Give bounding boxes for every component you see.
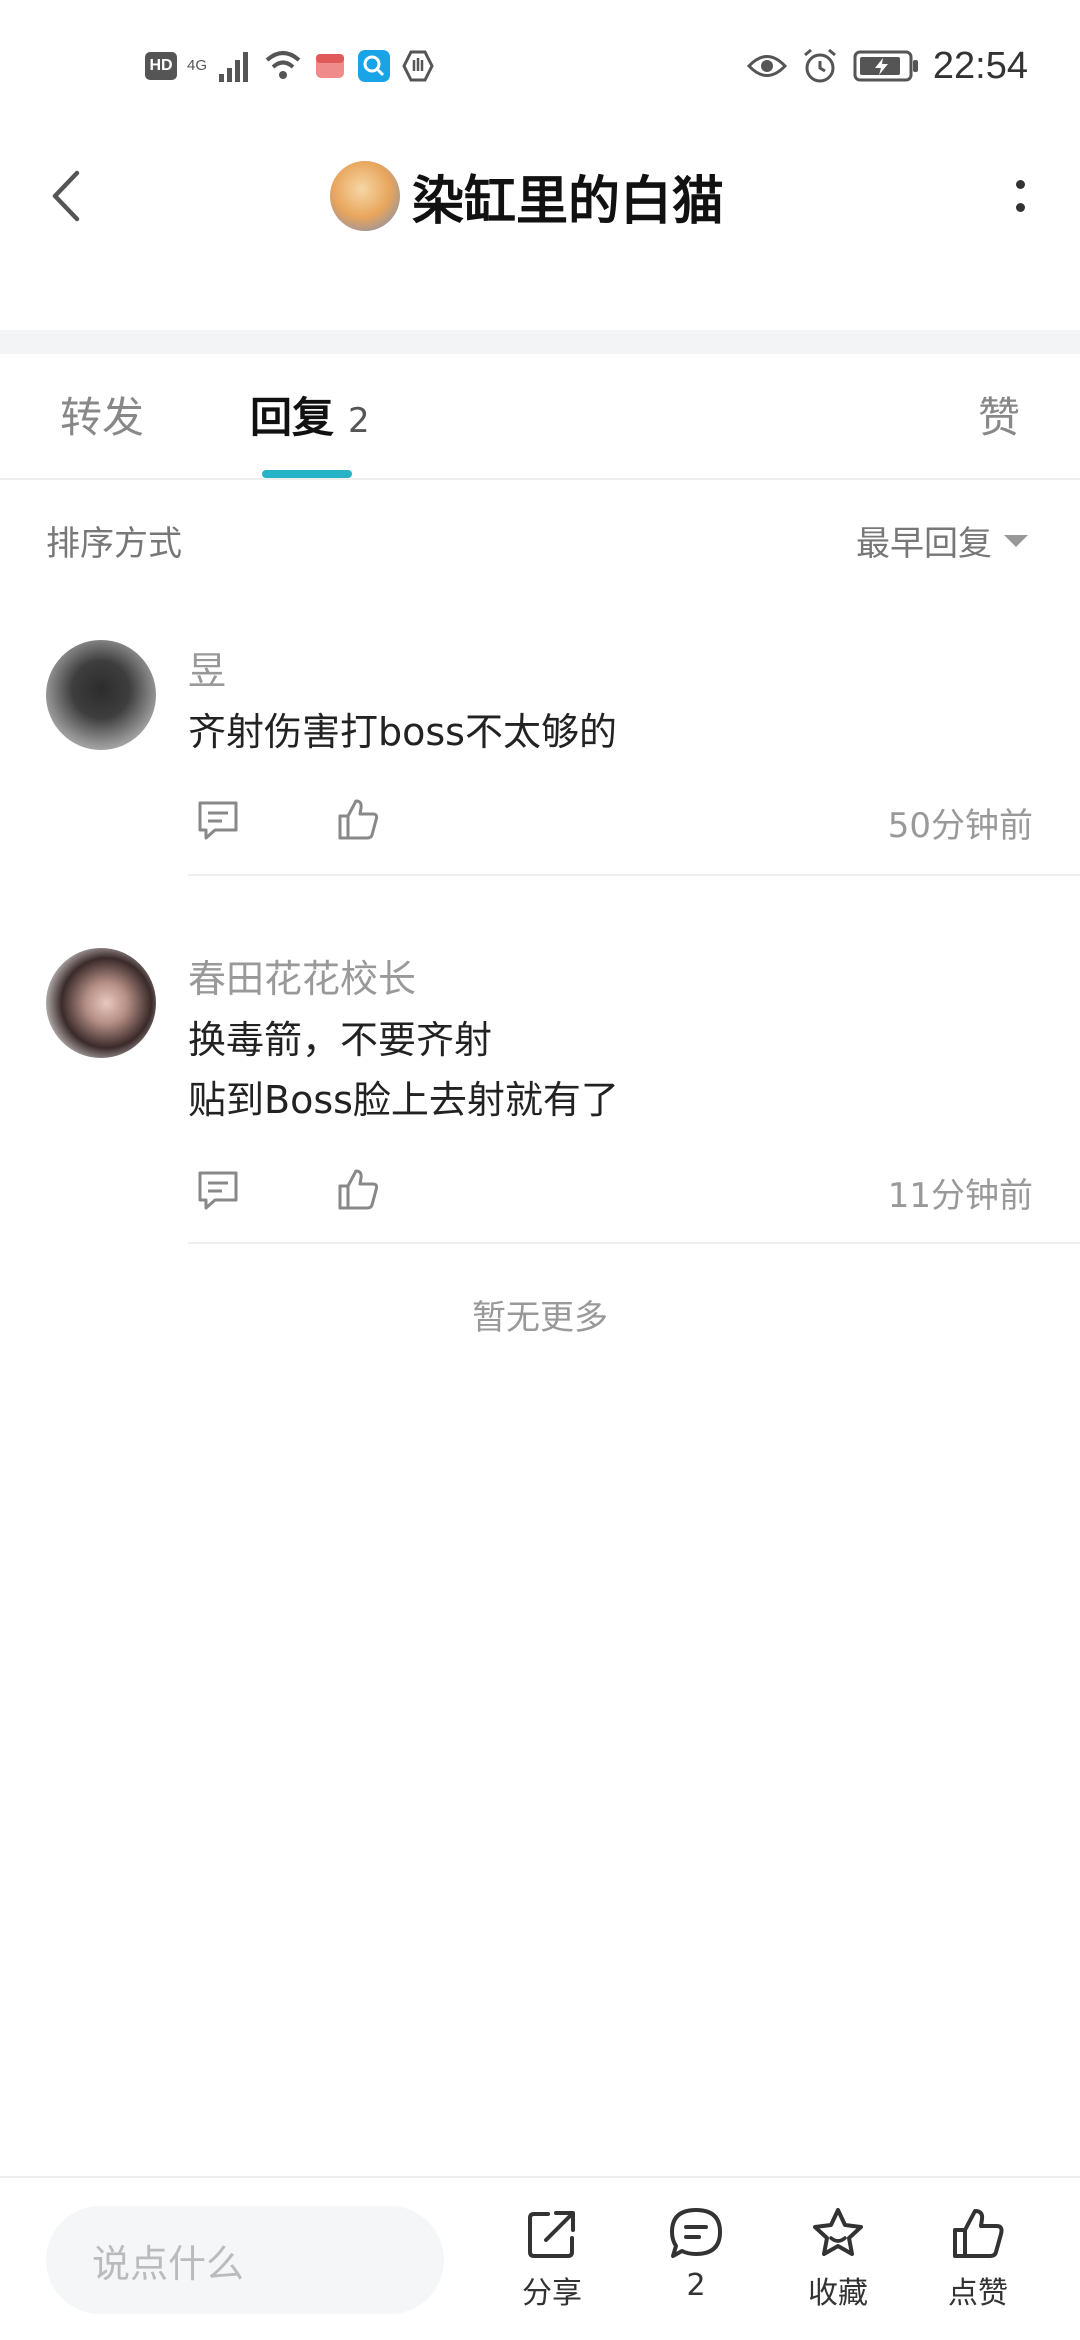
status-bar: HD 4G 22:54 <box>0 0 1080 130</box>
divider <box>188 1242 1080 1244</box>
comment-count-button[interactable]: 2 <box>641 2204 751 2303</box>
comment-count: 2 <box>686 2268 706 2303</box>
comment-actions: 11分钟前 <box>188 1160 1033 1220</box>
battery-icon <box>853 50 918 82</box>
thumbs-up-icon <box>953 2209 1004 2258</box>
favorite-label: 收藏 <box>808 2276 868 2311</box>
author-avatar[interactable] <box>330 161 400 231</box>
hd-badge: HD <box>145 52 177 80</box>
network-type: 4G <box>187 57 208 74</box>
comment-author[interactable]: 昱 <box>188 640 226 695</box>
status-right-icons: 22:54 <box>746 38 1028 94</box>
share-button[interactable]: 分享 <box>497 2204 607 2312</box>
star-icon <box>813 2208 863 2256</box>
reply-icon <box>198 801 238 840</box>
title-group: 染缸里的白猫 <box>330 158 724 234</box>
search-app-icon <box>358 50 391 82</box>
reply-icon <box>198 1171 238 1210</box>
tab-reply-label: 回复 <box>250 393 335 442</box>
more-dot-icon <box>1015 203 1025 212</box>
reply-button[interactable] <box>188 790 248 850</box>
avatar[interactable] <box>46 640 156 750</box>
sort-label: 排序方式 <box>46 524 182 564</box>
signal-icon <box>219 52 249 82</box>
divider <box>188 874 1080 876</box>
section-separator <box>0 330 1080 354</box>
like-button[interactable] <box>328 790 388 850</box>
avatar[interactable] <box>46 948 156 1058</box>
chevron-left-icon <box>52 170 80 222</box>
favorite-button[interactable]: 收藏 <box>783 2204 893 2312</box>
comment-author[interactable]: 春田花花校长 <box>188 948 416 1003</box>
sort-bar: 排序方式 最早回复 <box>0 478 1080 602</box>
more-dot-icon <box>1015 180 1025 189</box>
share-icon <box>528 2211 575 2258</box>
alarm-icon <box>803 48 836 83</box>
sort-value: 最早回复 <box>856 524 992 564</box>
app-notification-icon <box>316 54 345 78</box>
comment-text: 换毒箭，不要齐射 贴到Boss脸上去射就有了 <box>188 1010 619 1130</box>
comment-actions: 50分钟前 <box>188 790 1033 850</box>
share-label: 分享 <box>522 2276 582 2311</box>
hand-icon <box>402 50 434 82</box>
comment-bubble-icon <box>670 2208 722 2258</box>
tab-like[interactable]: 赞 <box>978 384 1020 445</box>
like-button[interactable] <box>328 1160 388 1220</box>
thumbs-up-icon <box>338 1169 379 1210</box>
like-post-button[interactable]: 点赞 <box>923 2204 1033 2312</box>
thumbs-up-icon <box>338 799 379 840</box>
tab-bar: 转发 回复 2 赞 <box>0 354 1080 480</box>
comment-item: 春田花花校长 换毒箭，不要齐射 贴到Boss脸上去射就有了 11分钟前 <box>0 948 1080 1248</box>
comment-line: 换毒箭，不要齐射 <box>188 1018 493 1062</box>
reply-button[interactable] <box>188 1160 248 1220</box>
bottom-action-bar: 说点什么 分享 2 收藏 点赞 <box>0 2176 1080 2340</box>
tab-reply[interactable]: 回复 2 <box>250 384 370 445</box>
tab-reply-count: 2 <box>348 401 370 441</box>
like-label: 点赞 <box>948 2276 1008 2311</box>
comment-item: 昱 齐射伤害打boss不太够的 50分钟前 <box>0 640 1080 880</box>
comment-input[interactable]: 说点什么 <box>46 2206 444 2314</box>
clock: 22:54 <box>932 44 1028 87</box>
comment-time: 50分钟前 <box>887 806 1033 846</box>
status-left-icons: HD 4G <box>145 44 435 88</box>
back-button[interactable] <box>40 158 92 234</box>
more-options-button[interactable] <box>1000 158 1040 234</box>
tab-forward[interactable]: 转发 <box>60 384 144 445</box>
comment-time: 11分钟前 <box>887 1176 1033 1216</box>
comment-text: 齐射伤害打boss不太够的 <box>188 702 617 762</box>
sort-dropdown[interactable]: 最早回复 <box>856 516 1028 565</box>
caret-down-icon <box>1004 534 1028 547</box>
reply-detail-page: HD 4G 22:54 染缸里的白猫 转发 回复 2 赞 排序方式 最早回复 昱… <box>0 0 1080 2340</box>
top-nav: 染缸里的白猫 <box>0 130 1080 330</box>
active-tab-indicator <box>262 470 352 478</box>
comment-line: 贴到Boss脸上去射就有了 <box>188 1078 619 1122</box>
comment-line: 齐射伤害打boss不太够的 <box>188 710 617 754</box>
wifi-icon <box>265 51 301 79</box>
page-title: 染缸里的白猫 <box>412 171 725 232</box>
eye-icon <box>746 55 787 77</box>
no-more-text: 暂无更多 <box>472 1298 608 1338</box>
